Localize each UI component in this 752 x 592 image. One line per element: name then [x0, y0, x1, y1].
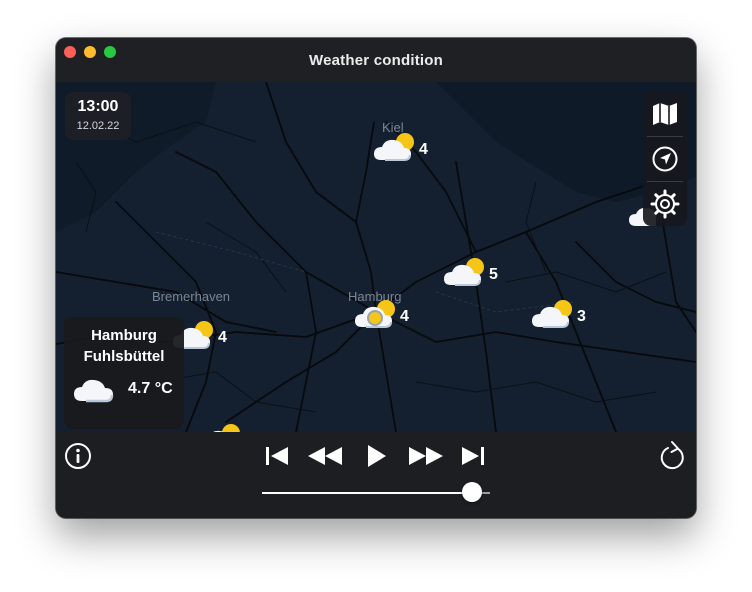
map-button[interactable] — [643, 91, 687, 136]
weather-marker-value: 4 — [218, 329, 227, 346]
play-icon — [368, 445, 386, 467]
map-icon — [653, 102, 677, 125]
weather-marker-east-upper[interactable]: 5 — [443, 255, 533, 295]
weather-map[interactable]: Kiel Hamburg Bremerhaven 4 4 5 3 4 4 — [56, 82, 696, 432]
fast-forward-icon — [409, 447, 443, 465]
skip-to-end-button[interactable] — [460, 444, 486, 468]
weather-marker-hamburg[interactable]: 4 — [354, 297, 444, 337]
playback-controls — [56, 432, 696, 518]
city-label-bremerhaven: Bremerhaven — [152, 289, 231, 304]
play-button[interactable] — [364, 443, 388, 469]
weather-marker-south-west[interactable]: 4 — [199, 421, 289, 432]
skip-to-start-icon — [266, 447, 288, 465]
timeline-slider-fill — [262, 492, 472, 494]
station-temperature: 4.7 °C — [128, 380, 173, 397]
rewind-icon — [308, 447, 342, 465]
partly-cloudy-icon — [532, 300, 572, 328]
location-button[interactable] — [643, 136, 687, 181]
info-button[interactable] — [64, 442, 92, 470]
weather-marker-value: 3 — [577, 308, 586, 325]
location-arrow-icon — [652, 146, 678, 171]
partly-cloudy-icon — [444, 258, 484, 286]
rewind-button[interactable] — [306, 444, 344, 468]
timeline-slider-track[interactable] — [262, 492, 490, 494]
info-icon — [65, 443, 91, 469]
skip-to-end-icon — [462, 447, 484, 465]
fast-forward-button[interactable] — [407, 444, 445, 468]
partly-cloudy-icon — [213, 424, 240, 432]
app-window: Weather condition Kiel Hamburg Bremerhav… — [56, 38, 696, 518]
weather-marker-kiel[interactable]: 4 — [373, 130, 463, 170]
partly-cloudy-icon — [374, 133, 414, 161]
weather-marker-value: 5 — [489, 266, 498, 283]
settings-gear-icon — [650, 189, 680, 218]
weather-marker-bremerhaven[interactable]: 4 — [172, 318, 262, 358]
window-title: Weather condition — [309, 52, 443, 69]
settings-button[interactable] — [643, 181, 687, 226]
weather-marker-value: 4 — [400, 308, 409, 325]
map-tools-panel — [643, 91, 687, 226]
skip-to-start-button[interactable] — [264, 444, 290, 468]
weather-marker-east-lower[interactable]: 3 — [531, 297, 621, 337]
partly-cloudy-icon — [355, 300, 395, 328]
current-date: 12.02.22 — [76, 120, 120, 132]
station-name: Hamburg Fuhlsbüttel — [64, 325, 184, 367]
cloud-icon — [74, 379, 114, 403]
station-info-card: Hamburg Fuhlsbüttel 4.7 °C — [64, 317, 184, 429]
station-name-line1: Hamburg — [91, 327, 157, 344]
title-bar: Weather condition — [56, 38, 696, 82]
refresh-icon — [660, 441, 684, 470]
station-name-line2: Fuhlsbüttel — [83, 348, 165, 365]
timeline-slider-thumb[interactable] — [461, 482, 482, 502]
current-time: 13:00 — [77, 98, 119, 115]
refresh-button[interactable] — [658, 440, 688, 472]
time-display: 13:00 12.02.22 — [65, 92, 131, 140]
weather-marker-value: 4 — [419, 141, 428, 158]
